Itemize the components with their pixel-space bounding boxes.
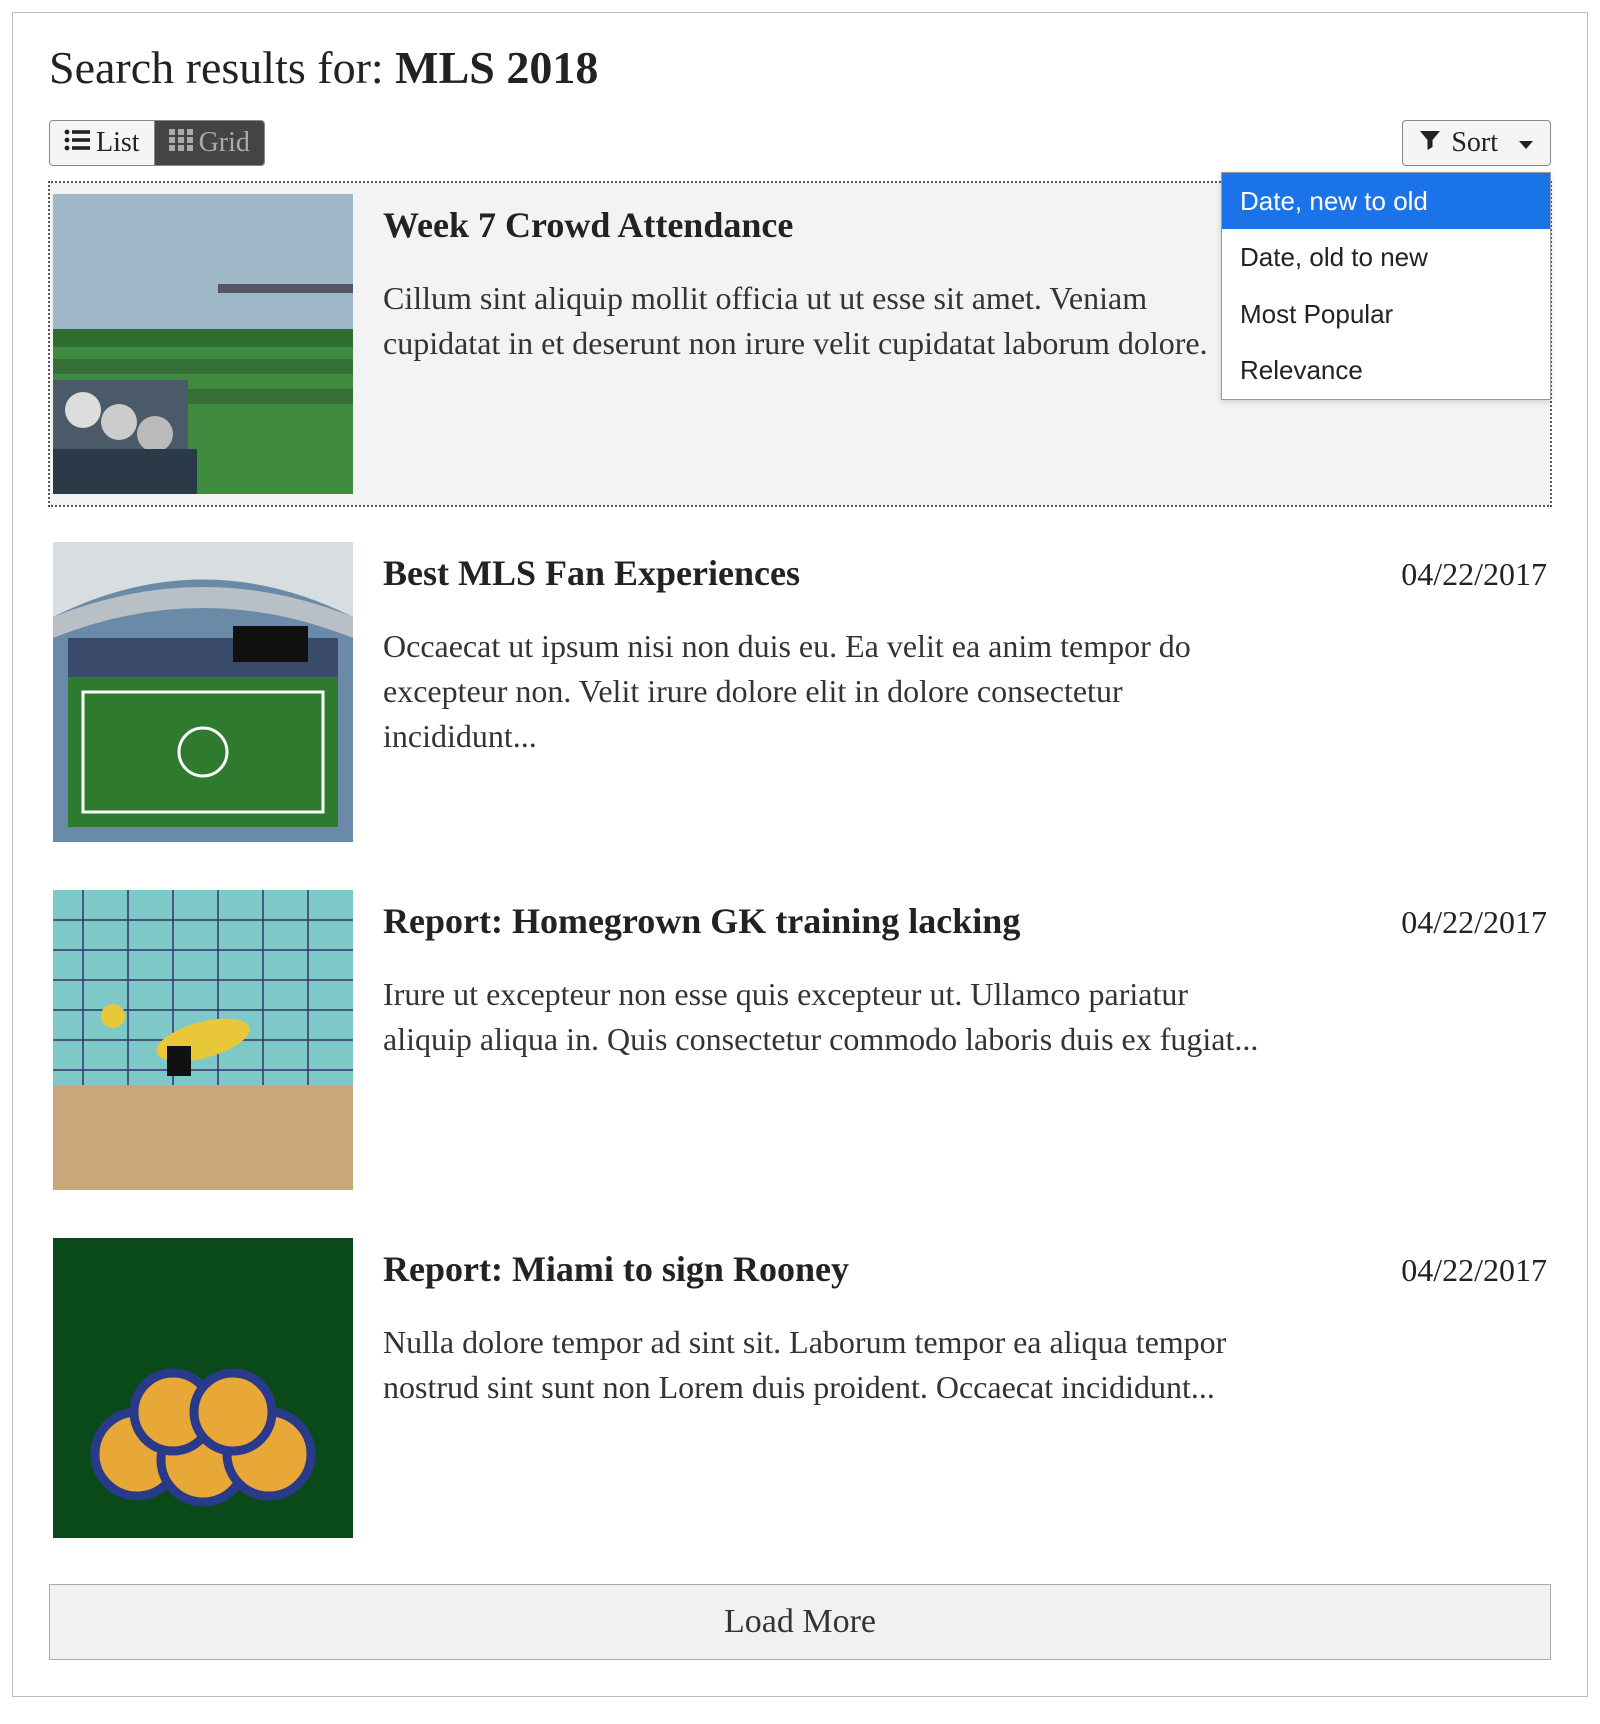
result-thumbnail[interactable] [53,194,353,494]
sort-menu: Date, new to oldDate, old to newMost Pop… [1221,172,1551,400]
result-header: Report: Miami to sign Rooney 04/22/2017 [383,1248,1547,1290]
sort-option[interactable]: Relevance [1222,342,1550,398]
result-date: 04/22/2017 [1401,1252,1547,1289]
result-thumbnail[interactable] [53,890,353,1190]
result-excerpt: Cillum sint aliquip mollit officia ut ut… [383,276,1263,366]
list-view-label: List [96,127,140,159]
result-header: Report: Homegrown GK training lacking 04/… [383,900,1547,942]
sort-control: Sort Date, new to oldDate, old to newMos… [1402,120,1551,166]
search-results-panel: Search results for: MLS 2018 List Grid [12,12,1588,1697]
sort-button-label: Sort [1451,127,1498,159]
result-title[interactable]: Report: Miami to sign Rooney [383,1248,849,1290]
result-title[interactable]: Report: Homegrown GK training lacking [383,900,1020,942]
sort-option[interactable]: Most Popular [1222,286,1550,342]
result-excerpt: Occaecat ut ipsum nisi non duis eu. Ea v… [383,624,1263,758]
list-icon [64,127,90,159]
sort-option[interactable]: Date, new to old [1222,173,1550,229]
grid-view-button[interactable]: Grid [155,121,264,165]
grid-view-label: Grid [199,127,250,159]
sort-button[interactable]: Sort [1402,120,1551,166]
result-title[interactable]: Best MLS Fan Experiences [383,552,800,594]
result-item[interactable]: Report: Miami to sign Rooney 04/22/2017 Nu… [49,1226,1551,1550]
grid-icon [169,127,193,159]
result-body: Best MLS Fan Experiences 04/22/2017 Occaec… [383,542,1547,842]
results-toolbar: List Grid Sort Date, new to oldDate, o [49,120,1551,166]
result-item[interactable]: Report: Homegrown GK training lacking 04/… [49,878,1551,1202]
list-view-button[interactable]: List [50,121,154,165]
result-body: Report: Homegrown GK training lacking 04/… [383,890,1547,1190]
result-excerpt: Nulla dolore tempor ad sint sit. Laborum… [383,1320,1263,1410]
view-toggle: List Grid [49,120,265,166]
filter-icon [1419,127,1441,159]
sort-option[interactable]: Date, old to new [1222,229,1550,285]
result-header: Best MLS Fan Experiences 04/22/2017 [383,552,1547,594]
result-title[interactable]: Week 7 Crowd Attendance [383,204,793,246]
result-date: 04/22/2017 [1401,904,1547,941]
result-excerpt: Irure ut excepteur non esse quis excepte… [383,972,1263,1062]
result-thumbnail[interactable] [53,1238,353,1538]
page-heading: Search results for: MLS 2018 [49,41,1551,94]
result-date: 04/22/2017 [1401,556,1547,593]
search-query: MLS 2018 [395,42,598,93]
heading-prefix: Search results for: [49,42,395,93]
result-item[interactable]: Best MLS Fan Experiences 04/22/2017 Occaec… [49,530,1551,854]
result-body: Report: Miami to sign Rooney 04/22/2017 Nu… [383,1238,1547,1538]
load-more-button[interactable]: Load More [49,1584,1551,1660]
caret-down-icon [1518,127,1534,159]
result-thumbnail[interactable] [53,542,353,842]
